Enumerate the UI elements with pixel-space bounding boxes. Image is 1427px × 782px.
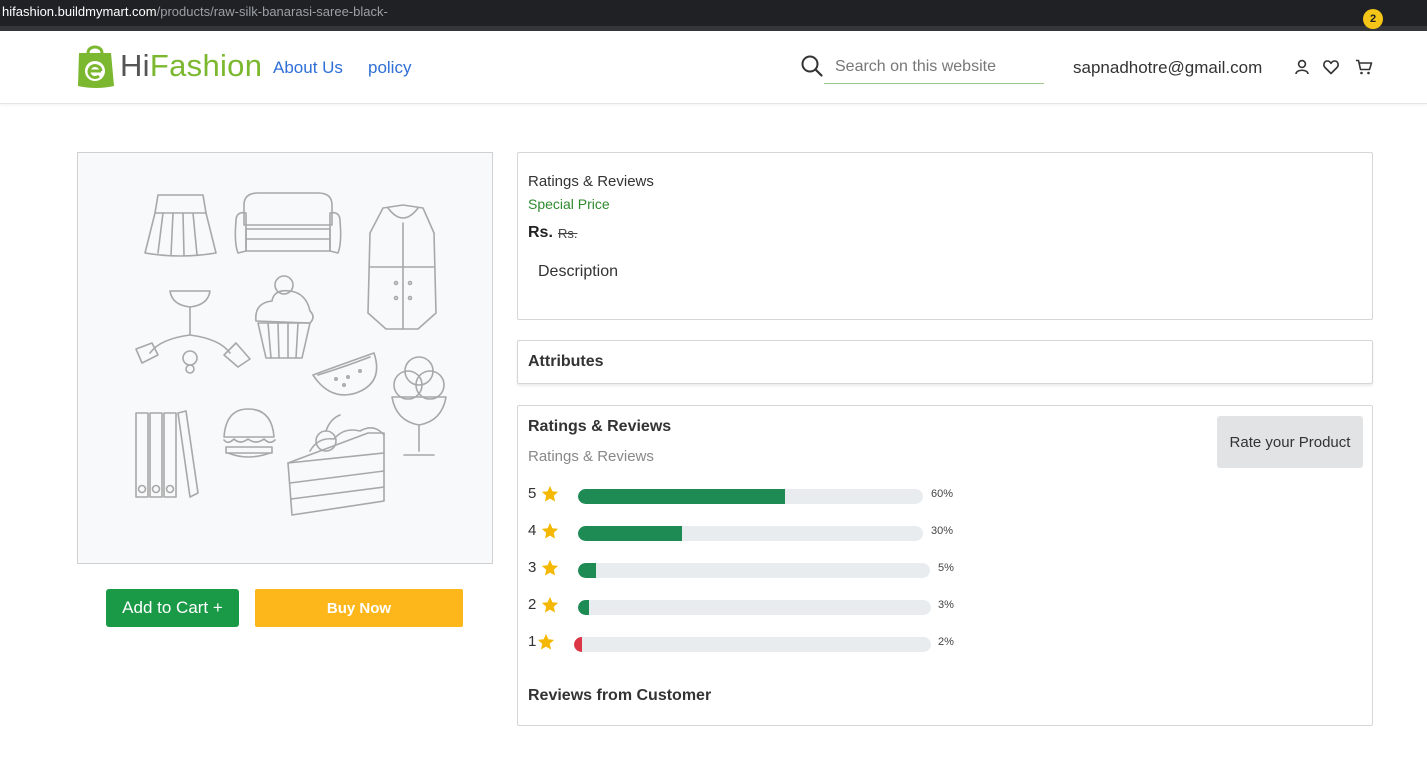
logo-prefix: Hi (120, 48, 150, 83)
cart-count-badge: 2 (1363, 9, 1383, 29)
description-label[interactable]: Description (538, 263, 618, 281)
ratings-title: Ratings & Reviews (528, 418, 672, 435)
site-logo-text: HiFashion (120, 48, 262, 84)
ratings-subtitle: Ratings & Reviews (528, 448, 654, 465)
rating-stars-value: 4 (528, 522, 537, 539)
rating-row: 5 60% (528, 485, 958, 505)
search-icon[interactable] (800, 54, 824, 78)
add-to-cart-button[interactable]: Add to Cart + (106, 589, 239, 627)
buy-now-button[interactable]: Buy Now (255, 589, 463, 627)
rating-bar-track (578, 600, 931, 615)
shopping-bag-logo-icon (78, 45, 114, 88)
rating-bar-fill (578, 563, 596, 578)
product-placeholder-illustration (135, 192, 447, 516)
star-icon (541, 559, 559, 576)
cart-icon[interactable] (1355, 58, 1373, 76)
star-icon (541, 485, 559, 502)
rating-bar-fill (578, 489, 785, 504)
price-current: Rs. (528, 224, 553, 241)
rating-percent: 30% (931, 525, 954, 537)
rating-bar-fill (578, 526, 682, 541)
rating-row: 2 3% (528, 596, 958, 616)
rating-bar-track (578, 563, 930, 578)
rating-row: 3 5% (528, 559, 958, 579)
rating-stars-value: 1 (528, 633, 537, 650)
logo-accent: Fashion (149, 48, 263, 83)
rating-percent: 2% (938, 636, 954, 648)
rating-bar-fill (578, 600, 589, 615)
ratings-card: Ratings & Reviews Ratings & Reviews Rate… (517, 405, 1373, 726)
reviews-heading: Reviews from Customer (528, 687, 712, 704)
rate-product-button[interactable]: Rate your Product (1217, 416, 1363, 468)
rating-percent: 60% (931, 488, 954, 500)
product-image (77, 152, 493, 564)
nav-about-us[interactable]: About Us (273, 58, 343, 78)
browser-address-bar[interactable]: hifashion.buildmymart.com/products/raw-s… (0, 0, 1427, 26)
special-price-label: Special Price (528, 196, 610, 212)
nav-policy[interactable]: policy (368, 58, 411, 78)
price-original: Rs. (558, 226, 578, 241)
rating-row: 4 30% (528, 522, 958, 542)
site-header: HiFashion About Us policy sapnadhotre@gm… (0, 9, 1427, 104)
url-host: hifashion.buildmymart.com (2, 4, 157, 19)
user-icon[interactable] (1293, 58, 1311, 76)
rating-stars-value: 2 (528, 596, 537, 613)
product-details-card: Ratings & Reviews Special Price Rs. Rs. … (517, 152, 1373, 320)
url-path: /products/raw-silk-banarasi-saree-black- (156, 4, 388, 19)
rating-bar-track (574, 637, 931, 652)
rating-percent: 5% (938, 562, 954, 574)
rating-row: 1 2% (528, 633, 958, 653)
rating-bar-track (578, 489, 923, 504)
heart-icon[interactable] (1322, 58, 1340, 76)
rating-bar-track (578, 526, 923, 541)
rating-percent: 3% (938, 599, 954, 611)
rating-stars-value: 3 (528, 559, 537, 576)
attributes-card[interactable]: Attributes (517, 340, 1373, 384)
rating-stars-value: 5 (528, 485, 537, 502)
site-search (800, 51, 1044, 84)
star-icon (541, 596, 559, 613)
search-input[interactable] (824, 51, 1044, 84)
attributes-label: Attributes (528, 353, 604, 370)
star-icon (537, 633, 555, 650)
user-email[interactable]: sapnadhotre@gmail.com (1073, 58, 1262, 78)
star-icon (541, 522, 559, 539)
rating-bar-fill (574, 637, 582, 652)
details-heading: Ratings & Reviews (528, 173, 654, 190)
site-logo[interactable]: HiFashion (76, 42, 262, 90)
